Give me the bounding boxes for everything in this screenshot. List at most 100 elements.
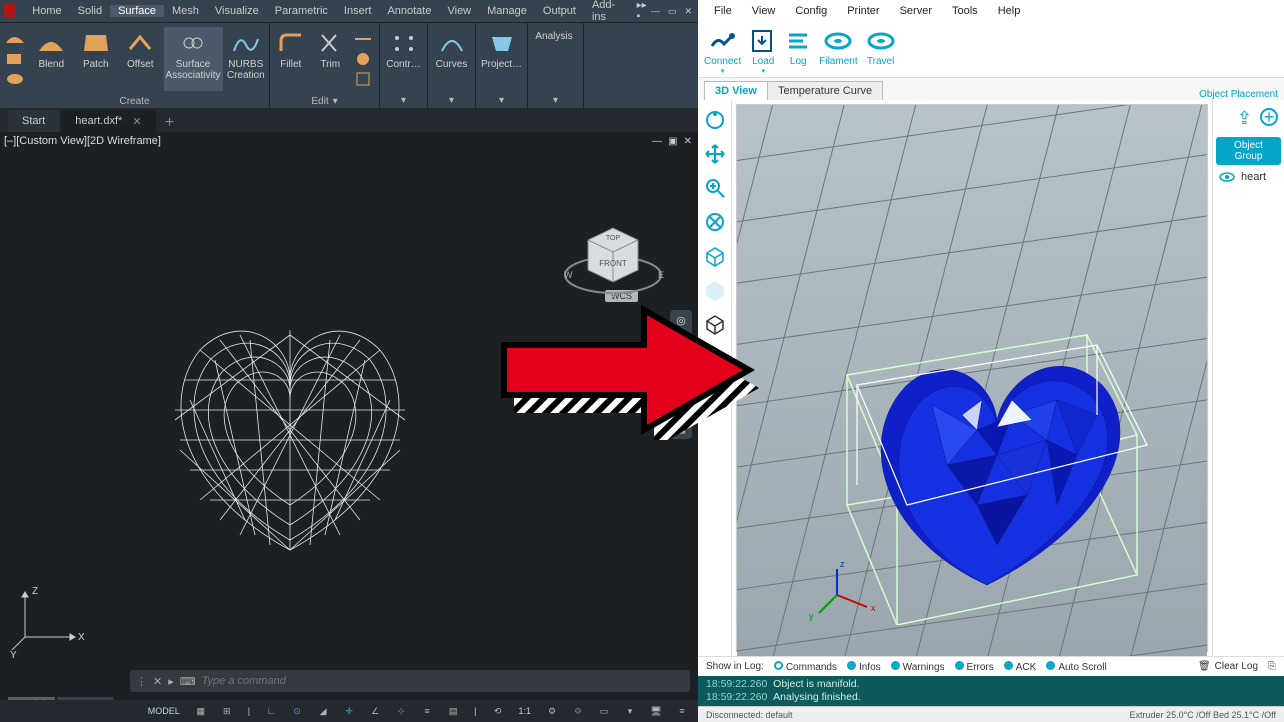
patch-button[interactable]: Patch bbox=[75, 27, 118, 91]
curves-button[interactable]: Curves bbox=[430, 27, 473, 88]
filter-autoscroll[interactable]: Auto Scroll bbox=[1046, 661, 1106, 673]
log-button[interactable]: Log bbox=[785, 26, 811, 67]
r-menu-help[interactable]: Help bbox=[990, 5, 1029, 17]
cmd-history-icon[interactable]: ▸ bbox=[168, 675, 174, 688]
minimize-icon[interactable]: — bbox=[651, 6, 660, 17]
export-icon[interactable]: ⇪ bbox=[1237, 108, 1252, 129]
menu-view[interactable]: View bbox=[439, 5, 479, 17]
eye-icon[interactable] bbox=[1219, 171, 1235, 183]
custom-icon[interactable]: ≡ bbox=[674, 703, 690, 719]
grid2-icon[interactable]: ⊞ bbox=[219, 703, 235, 719]
menu-mesh[interactable]: Mesh bbox=[164, 5, 207, 17]
menu-annotate[interactable]: Annotate bbox=[379, 5, 439, 17]
filament-button[interactable]: Filament bbox=[819, 26, 857, 67]
clear-log-button[interactable]: 🗑Clear Log bbox=[1198, 661, 1258, 672]
polar-icon[interactable]: ⊙ bbox=[289, 703, 305, 719]
orbit-icon[interactable]: ⟲ bbox=[676, 395, 685, 408]
steering-wheel-icon[interactable]: ◎ bbox=[676, 314, 686, 327]
connect-button[interactable]: Connect▾ bbox=[704, 26, 741, 75]
status-model[interactable]: MODEL bbox=[145, 706, 183, 716]
viewcube[interactable]: TOP FRONT W E S bbox=[558, 200, 668, 310]
otrack-icon[interactable]: ⊹ bbox=[393, 703, 409, 719]
travel-button[interactable]: Travel bbox=[866, 26, 896, 67]
tab-file[interactable]: heart.dxf*✕ bbox=[61, 110, 155, 132]
workspace-icon[interactable]: ▭ bbox=[596, 703, 612, 719]
sculpt-icon[interactable] bbox=[353, 49, 375, 69]
fit-icon[interactable] bbox=[703, 210, 727, 234]
fillet-button[interactable]: Fillet bbox=[272, 27, 310, 91]
trim-button[interactable]: Trim bbox=[312, 27, 350, 91]
angle-icon[interactable]: ∠ bbox=[367, 703, 383, 719]
monitor-icon[interactable]: 🖥 bbox=[648, 703, 664, 719]
project-button[interactable]: Project… bbox=[478, 27, 525, 88]
reset-view-icon[interactable] bbox=[703, 108, 727, 132]
r-menu-view[interactable]: View bbox=[744, 5, 784, 17]
lineweight-icon[interactable]: ≡ bbox=[419, 703, 435, 719]
filter-commands[interactable]: Commands bbox=[774, 661, 837, 673]
zoom-icon[interactable]: ⊕ bbox=[676, 368, 685, 381]
chevron-down-icon[interactable]: ▾ bbox=[499, 95, 504, 106]
nurbs-button[interactable]: NURBS Creation bbox=[225, 27, 268, 91]
r-menu-tools[interactable]: Tools bbox=[944, 5, 986, 17]
showmotion-icon[interactable]: ▦ bbox=[676, 422, 686, 435]
filter-ack[interactable]: ACK bbox=[1004, 661, 1037, 673]
chevron-down-icon[interactable]: ▾ bbox=[333, 96, 338, 107]
move-icon[interactable] bbox=[703, 142, 727, 166]
filter-errors[interactable]: Errors bbox=[955, 661, 994, 673]
close-tab-icon[interactable]: ✕ bbox=[132, 115, 141, 128]
maximize-icon[interactable]: ▭ bbox=[668, 6, 677, 17]
ortho-icon[interactable]: ∟ bbox=[263, 703, 279, 719]
r-menu-printer[interactable]: Printer bbox=[839, 5, 887, 17]
tab-3dview[interactable]: 3D View bbox=[704, 81, 768, 100]
menu-surface[interactable]: Surface bbox=[110, 5, 164, 17]
r-menu-server[interactable]: Server bbox=[892, 5, 940, 17]
menu-parametric[interactable]: Parametric bbox=[267, 5, 336, 17]
object-row[interactable]: heart bbox=[1213, 165, 1284, 189]
iso-icon[interactable]: ◢ bbox=[315, 703, 331, 719]
filter-infos[interactable]: Infos bbox=[847, 661, 881, 673]
menu-manage[interactable]: Manage bbox=[479, 5, 535, 17]
add-object-icon[interactable]: + bbox=[1260, 108, 1278, 126]
osnap-icon[interactable]: ✛ bbox=[341, 703, 357, 719]
vp-minimize-icon[interactable]: — bbox=[652, 136, 662, 147]
surface-assoc-button[interactable]: Surface Associativity bbox=[164, 27, 223, 91]
chevron-down-icon[interactable]: ▾ bbox=[553, 95, 558, 106]
menu-home[interactable]: Home bbox=[24, 5, 69, 17]
chevron-down-icon[interactable]: ▾ bbox=[449, 95, 454, 106]
annoscale-icon[interactable]: ⟐ bbox=[570, 703, 586, 719]
menu-solid[interactable]: Solid bbox=[70, 5, 110, 17]
perspective-icon[interactable] bbox=[703, 278, 727, 302]
gear-icon[interactable]: ⚙ bbox=[544, 703, 560, 719]
chevron-down-icon[interactable]: ▾ bbox=[401, 95, 406, 106]
extract-icon[interactable] bbox=[353, 69, 375, 89]
viewport[interactable]: WCS TOP FRONT W E S ◎ ✥ ⊕ ⟲ ▦ bbox=[0, 150, 698, 722]
tab-start[interactable]: Start bbox=[8, 110, 59, 132]
3d-viewport[interactable]: x y z bbox=[736, 104, 1208, 652]
transparency-icon[interactable]: ▤ bbox=[445, 703, 461, 719]
command-input[interactable] bbox=[202, 675, 684, 687]
cmd-close-icon[interactable]: ✕ bbox=[153, 675, 162, 688]
analysis-button[interactable]: Analysis bbox=[530, 27, 578, 88]
surface-network-icon[interactable] bbox=[4, 29, 26, 49]
copy-log-icon[interactable]: ⎘ bbox=[1268, 661, 1276, 672]
surface-loft-icon[interactable] bbox=[4, 69, 26, 89]
menu-addins[interactable]: Add-ins bbox=[584, 0, 633, 23]
extend-icon[interactable] bbox=[353, 29, 375, 49]
cube-icon[interactable] bbox=[703, 312, 727, 336]
pan-icon[interactable]: ✥ bbox=[676, 341, 685, 354]
filter-warnings[interactable]: Warnings bbox=[891, 661, 945, 673]
zoom-in-icon[interactable] bbox=[703, 176, 727, 200]
cmd-handle-icon[interactable]: ⋮ bbox=[136, 675, 147, 688]
new-tab-button[interactable]: + bbox=[158, 114, 182, 132]
controls-button[interactable]: Contr… bbox=[382, 27, 425, 88]
surface-planar-icon[interactable] bbox=[4, 49, 26, 69]
status-scale[interactable]: 1:1 bbox=[515, 706, 534, 716]
load-button[interactable]: Load▾ bbox=[749, 26, 777, 75]
blend-button[interactable]: Blend bbox=[30, 27, 73, 91]
viewport-label[interactable]: [–][Custom View][2D Wireframe] bbox=[4, 135, 161, 147]
parallel-icon[interactable] bbox=[703, 244, 727, 268]
tab-temperature[interactable]: Temperature Curve bbox=[767, 81, 883, 100]
grid-icon[interactable]: ▦ bbox=[193, 703, 209, 719]
menu-visualize[interactable]: Visualize bbox=[207, 5, 267, 17]
cycling-icon[interactable]: ⟲ bbox=[489, 703, 505, 719]
